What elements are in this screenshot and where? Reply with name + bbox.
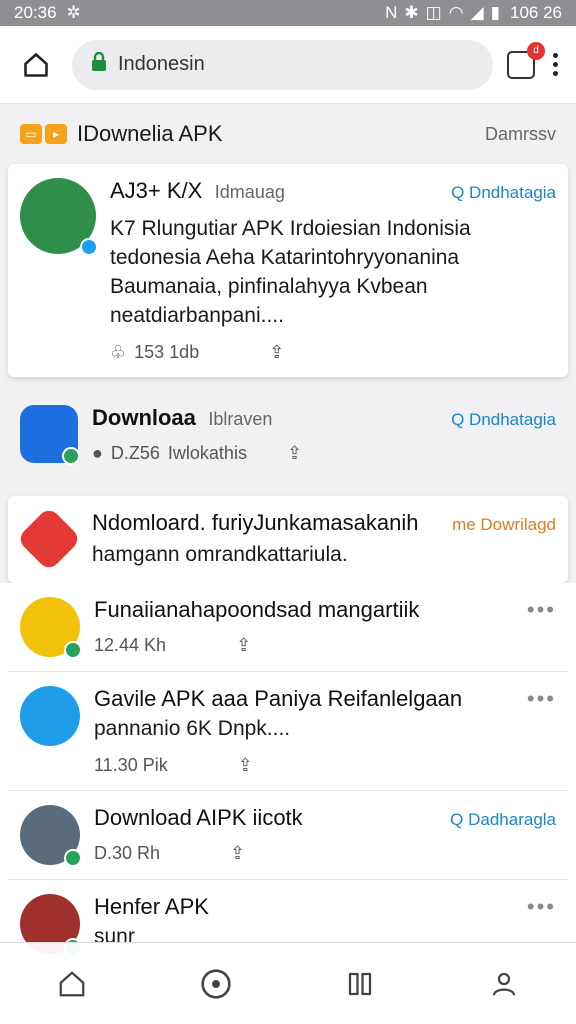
item-subtitle: Iblraven xyxy=(208,409,273,429)
avatar xyxy=(20,178,98,256)
avatar xyxy=(20,805,82,867)
share-icon[interactable]: ⇪ xyxy=(230,843,245,864)
share-icon[interactable]: ⇪ xyxy=(236,635,251,656)
list-item[interactable]: Download AIPK iicotk Q Dadharagla D.30 R… xyxy=(0,791,576,879)
item-stat: ● D.Z56 Iwlokathis xyxy=(92,443,247,463)
avatar xyxy=(20,686,80,746)
nfc-icon: N xyxy=(385,3,398,22)
more-icon[interactable]: ••• xyxy=(527,686,556,712)
share-icon[interactable]: ⇪ xyxy=(238,755,253,776)
signal-icon: ◢ xyxy=(470,3,484,22)
more-icon[interactable]: ••• xyxy=(527,597,556,623)
share-icon[interactable]: ⇪ xyxy=(269,342,284,363)
status-bar: 20:36 ✲ N ✱ ◫ ◠ ◢ ▮ 106 26 xyxy=(0,0,576,26)
section-header: ▭ ▸ IDownelia APK Damrssv xyxy=(0,104,576,164)
verified-icon xyxy=(64,849,82,867)
post-author: AJ3+ K/X xyxy=(110,178,203,203)
home-icon[interactable] xyxy=(14,43,58,87)
download-link[interactable]: Q Dadharagla xyxy=(450,810,556,830)
status-time: 20:36 xyxy=(14,3,57,22)
tab-switcher-button[interactable]: d xyxy=(507,41,545,79)
verified-icon xyxy=(80,238,98,256)
url-text: Indonesin xyxy=(118,53,205,75)
item-stat: 11.30 Pik xyxy=(94,755,168,775)
item-title: Download xyxy=(94,805,192,830)
status-clock: 106 26 xyxy=(510,3,562,22)
lock-icon xyxy=(90,51,108,78)
download-link[interactable]: Q Dndhatagia xyxy=(451,410,556,430)
item-accent: AIPK iicotk xyxy=(196,805,303,830)
feed-card[interactable]: AJ3+ K/X Idmauag Q Dndhatagia K7 Rlungut… xyxy=(8,164,568,377)
download-link[interactable]: me Dowrilagd xyxy=(452,515,556,535)
brand-logo-icon: ▭ ▸ xyxy=(20,124,67,144)
item-title: Gavile APK aaa Paniya Reifanlelgaan xyxy=(94,686,463,711)
more-icon[interactable]: ••• xyxy=(527,894,556,920)
content-list: Funaiianahapoondsad mangartiik ••• 12.44… xyxy=(0,583,576,968)
nav-home-icon[interactable] xyxy=(50,962,94,1006)
section-dropdown[interactable]: Damrssv xyxy=(485,124,556,145)
item-title: Ndomloard. furiyJunkamasakanih xyxy=(92,510,419,535)
item-text: hamgann omrandkattariula. xyxy=(92,543,348,566)
post-text: K7 Rlungutiar APK Irdoiesian Indonisia t… xyxy=(110,217,471,327)
nav-library-icon[interactable] xyxy=(338,962,382,1006)
address-bar[interactable]: Indonesin xyxy=(72,39,493,90)
item-text: pannanio 6K Dnpk.... xyxy=(94,717,291,740)
app-icon xyxy=(16,506,82,572)
item-title: Funaiianahapoondsad mangartiik xyxy=(94,597,420,622)
verified-icon xyxy=(64,641,82,659)
vibrate-icon: ◫ xyxy=(425,3,442,22)
wifi-icon: ◠ xyxy=(448,3,464,22)
app-icon xyxy=(20,405,80,465)
feed-card[interactable]: Ndomloard. furiyJunkamasakanih me Dowril… xyxy=(8,496,568,583)
section-title: IDownelia APK xyxy=(77,121,223,146)
download-link[interactable]: Q Dndhatagia xyxy=(451,183,556,203)
nav-compass-icon[interactable] xyxy=(194,962,238,1006)
overflow-menu-icon[interactable] xyxy=(549,49,562,80)
browser-toolbar: Indonesin d xyxy=(0,26,576,104)
tab-count-badge: d xyxy=(527,41,545,60)
bottom-navigation xyxy=(0,942,576,1024)
list-item[interactable]: Gavile APK aaa Paniya Reifanlelgaan ••• … xyxy=(0,672,576,790)
battery-icon: ▮ xyxy=(490,3,500,22)
verified-icon xyxy=(62,447,80,465)
nav-profile-icon[interactable] xyxy=(482,962,526,1006)
like-icon: ♧ xyxy=(110,342,127,362)
like-count[interactable]: ♧ 153 1db xyxy=(110,342,199,363)
item-stat: D.30 Rh xyxy=(94,843,161,863)
avatar xyxy=(20,597,82,659)
share-icon[interactable]: ⇪ xyxy=(287,443,302,464)
list-item[interactable]: Funaiianahapoondsad mangartiik ••• 12.44… xyxy=(0,583,576,671)
item-stat: 12.44 Kh xyxy=(94,635,167,655)
dot-icon: ● xyxy=(92,443,103,463)
item-title: Downloaa xyxy=(92,405,196,430)
status-icons: N ✱ ◫ ◠ ◢ ▮ xyxy=(385,3,500,23)
bluetooth-icon: ✱ xyxy=(404,3,419,22)
settings-icon: ✲ xyxy=(66,3,81,22)
post-handle: Idmauag xyxy=(214,182,285,202)
list-item[interactable]: Downloaa Iblraven Q Dndhatagia ● D.Z56 I… xyxy=(8,391,568,478)
item-title: Henfer APK xyxy=(94,894,209,919)
